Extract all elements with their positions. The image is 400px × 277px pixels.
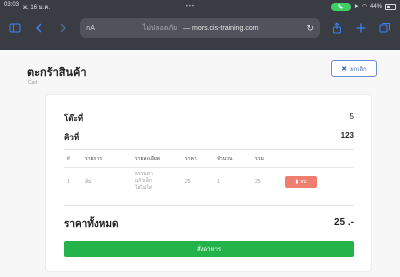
order-button[interactable]: สั่งอาหาร	[64, 241, 354, 257]
status-time: 03:03	[4, 1, 20, 8]
col-header-no: #	[64, 151, 82, 168]
col-header-qty: จำนวน	[214, 151, 252, 168]
col-header-action	[282, 151, 354, 168]
table-number-row: โต๊ะที่ 5	[64, 112, 354, 125]
detail-line: ธรรมดา	[135, 171, 153, 177]
address-bar[interactable]: กA ไม่ปลอดภัย — mors.cis-training.com ↻	[80, 18, 320, 38]
status-right: ➤ ◠ 44%	[330, 2, 396, 11]
detail-line: ใส่ไม่ใส่	[135, 185, 152, 191]
cell-item: ส้ม	[85, 178, 92, 185]
col-header-item: รายการ	[82, 151, 132, 168]
back-icon[interactable]	[32, 21, 46, 35]
reload-icon[interactable]: ↻	[306, 23, 314, 34]
col-header-detail: รายละเอียด	[132, 151, 182, 168]
share-icon[interactable]	[330, 21, 344, 35]
table-row: 1 ส้ม ธรรมดา แก้วเล็ก ใส่ไม่ใส่ 25 1 25 …	[64, 168, 354, 196]
phone-call-icon	[330, 2, 351, 11]
cell-detail: ธรรมดา แก้วเล็ก ใส่ไม่ใส่	[132, 168, 182, 196]
delete-button[interactable]: ▮ ลบ	[285, 175, 317, 188]
url-text: mors.cis-training.com	[192, 24, 259, 32]
reader-settings-button[interactable]: กA	[86, 23, 95, 34]
status-left: 03:03 ж. 16 ม.ค.	[4, 2, 50, 12]
browser-chrome: 03:03 ж. 16 ม.ค. ••• ➤ ◠ 44% กA ไม่ปลอดภ…	[0, 0, 400, 50]
col-header-price: ราคา	[182, 151, 214, 168]
table-number-value: 5	[349, 112, 354, 121]
table-number-label: โต๊ะที่	[64, 114, 84, 123]
status-date: ж. 16 ม.ค.	[23, 4, 51, 11]
tabs-overview-icon[interactable]	[378, 21, 392, 35]
status-bar: 03:03 ж. 16 ม.ค. ••• ➤ ◠ 44%	[0, 0, 400, 13]
col-header-sum: รวม	[252, 151, 282, 168]
url-separator: —	[183, 24, 191, 32]
browser-toolbar: กA ไม่ปลอดภัย — mors.cis-training.com ↻	[0, 13, 400, 43]
battery-icon	[385, 3, 396, 10]
total-label: ราคาทั้งหมด	[64, 219, 119, 230]
total-value: 25 .-	[333, 217, 354, 228]
page-content: ตะกร้าสินค้า Cart ✖ ยกเลิก โต๊ะที่ 5 คิว…	[0, 50, 400, 277]
total-row: ราคาทั้งหมด 25 .-	[64, 217, 354, 232]
cart-table: # รายการ รายละเอียด ราคา จำนวน รวม 1 ส้ม…	[64, 151, 354, 195]
divider	[64, 205, 354, 206]
address-text: ไม่ปลอดภัย — mors.cis-training.com	[101, 23, 301, 34]
trash-icon: ▮	[295, 178, 299, 185]
queue-number-label: คิวที่	[64, 133, 80, 142]
battery-percent: 44%	[369, 3, 382, 10]
queue-number-value: 123	[340, 131, 354, 140]
detail-line: แก้วเล็ก	[135, 178, 152, 184]
delete-button-label: ลบ	[300, 178, 307, 185]
close-icon: ✖	[341, 65, 348, 73]
cell-price: 25	[185, 178, 191, 185]
cancel-button-label: ยกเลิก	[350, 66, 367, 73]
status-dots: •••	[185, 3, 196, 10]
page-subtitle: Cart	[28, 80, 38, 86]
cancel-button[interactable]: ✖ ยกเลิก	[331, 60, 377, 77]
table-header-row: # รายการ รายละเอียด ราคา จำนวน รวม	[64, 151, 354, 168]
cell-action: ▮ ลบ	[282, 168, 354, 196]
forward-icon[interactable]	[56, 21, 70, 35]
page-title: ตะกร้าสินค้า	[27, 67, 87, 79]
new-tab-icon[interactable]	[354, 21, 368, 35]
cell-sum: 25	[255, 178, 261, 185]
cart-card: โต๊ะที่ 5 คิวที่ 123 # รายการ รายละเอียด…	[46, 95, 371, 271]
cell-no: 1	[67, 178, 70, 185]
cell-qty: 1	[217, 178, 220, 185]
sidebar-icon[interactable]	[8, 21, 22, 35]
location-icon: ➤	[353, 4, 359, 10]
queue-number-row: คิวที่ 123	[64, 131, 354, 144]
wifi-icon: ◠	[361, 4, 367, 10]
divider	[64, 149, 354, 150]
security-warning: ไม่ปลอดภัย	[142, 24, 178, 32]
